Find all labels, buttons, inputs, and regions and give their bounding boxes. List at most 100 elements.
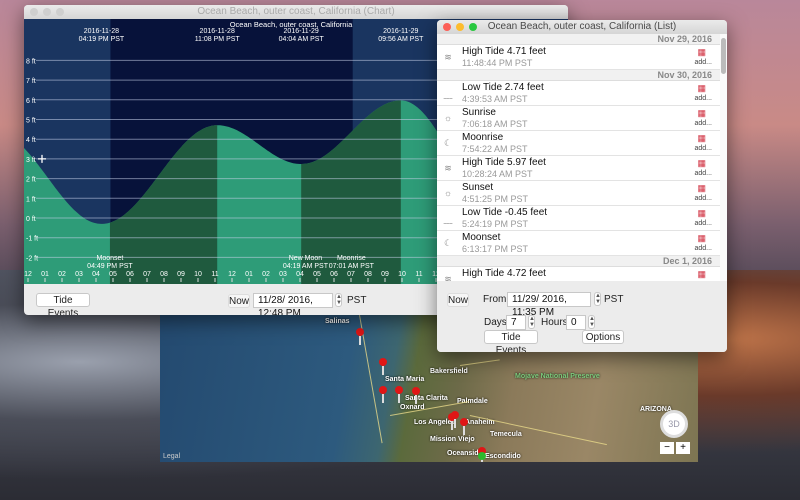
list-item[interactable]: ≋ High Tide 5.97 feet 10:28:24 AM PST ▦ … <box>437 156 720 181</box>
x-tick-label: 08 <box>364 271 372 278</box>
close-button[interactable] <box>30 8 38 16</box>
tide-events-button[interactable]: Tide Events <box>36 293 90 315</box>
event-label: 2016-11-28 <box>84 28 119 35</box>
calendar-icon[interactable]: ▦ <box>697 108 706 119</box>
chart-window-titlebar[interactable]: Ocean Beach, outer coast, California (Ch… <box>24 5 568 19</box>
add-to-calendar-link[interactable]: add... <box>694 170 712 177</box>
window-controls[interactable] <box>443 23 477 31</box>
zoom-button[interactable] <box>56 8 64 16</box>
y-tick-label: 2 ft <box>26 177 36 184</box>
add-to-calendar-link[interactable]: add... <box>694 59 712 66</box>
x-tick-label: 04 <box>296 271 304 278</box>
now-button[interactable]: Now <box>228 294 250 308</box>
tide-events-button[interactable]: Tide Events <box>484 330 538 352</box>
list-item[interactable]: ☼ Sunrise 7:06:18 AM PST ▦ add... <box>437 106 720 131</box>
x-tick-label: 01 <box>41 271 49 278</box>
close-button[interactable] <box>443 23 451 31</box>
tide-high-icon: ≋ <box>444 52 452 62</box>
compass-3d-button[interactable]: 3D <box>660 410 688 438</box>
list-item[interactable]: ☼ Sunset 4:51:25 PM PST ▦ add... <box>437 181 720 206</box>
calendar-icon[interactable]: ▦ <box>697 183 706 194</box>
minimize-button[interactable] <box>43 8 51 16</box>
calendar-icon[interactable]: ▦ <box>697 269 706 280</box>
calendar-icon[interactable]: ▦ <box>697 133 706 144</box>
event-time: 4:51:25 PM PST <box>462 194 529 204</box>
x-tick-label: 10 <box>398 271 406 278</box>
y-tick-label: 7 ft <box>26 78 36 85</box>
events-list[interactable]: Nov 29, 2016 ≋ High Tide 4.71 feet 11:48:… <box>437 34 720 281</box>
add-to-calendar-link[interactable]: add... <box>694 145 712 152</box>
station-pin[interactable] <box>451 411 459 428</box>
event-title: High Tide 4.72 feet <box>462 268 546 279</box>
from-field[interactable]: 11/29/ 2016, 11:35 PM <box>507 292 591 318</box>
station-pin[interactable] <box>379 358 387 375</box>
event-label: 2016-11-29 <box>383 28 418 35</box>
list-item[interactable]: ﹏ Low Tide -0.45 feet 5:24:19 PM PST ▦ a… <box>437 206 720 231</box>
hours-field[interactable]: 0 <box>566 315 586 330</box>
days-field[interactable]: 7 <box>506 315 526 330</box>
now-button[interactable]: Now <box>447 293 469 307</box>
date-header: Nov 29, 2016 <box>437 34 720 45</box>
x-tick-label: 09 <box>381 271 389 278</box>
list-window-titlebar[interactable]: Ocean Beach, outer coast, California (Li… <box>437 20 727 34</box>
add-to-calendar-link[interactable]: add... <box>694 220 712 227</box>
map-city-label: Temecula <box>490 431 522 438</box>
x-tick-label: 12 <box>228 271 236 278</box>
event-title: Low Tide 2.74 feet <box>462 82 544 93</box>
calendar-icon[interactable]: ▦ <box>697 208 706 219</box>
add-to-calendar-link[interactable]: add... <box>694 245 712 252</box>
date-header: Nov 30, 2016 <box>437 70 720 81</box>
list-window: Ocean Beach, outer coast, California (Li… <box>437 20 727 352</box>
x-tick-label: 11 <box>415 271 422 278</box>
minimize-button[interactable] <box>456 23 464 31</box>
event-time: 7:54:22 AM PST <box>462 144 528 154</box>
from-stepper[interactable]: ▲ ▼ <box>594 292 601 306</box>
x-tick-label: 05 <box>109 271 117 278</box>
list-item[interactable]: ﹏ Low Tide 2.74 feet 4:39:53 AM PST ▦ ad… <box>437 81 720 106</box>
zoom-button[interactable] <box>469 23 477 31</box>
station-pin[interactable] <box>412 387 420 404</box>
add-to-calendar-link[interactable]: add... <box>694 120 712 127</box>
astro-event-label: New Moon <box>289 255 323 262</box>
tide-high-icon: ≋ <box>444 163 452 173</box>
station-pin[interactable] <box>379 386 387 403</box>
add-to-calendar-link[interactable]: add... <box>694 195 712 202</box>
zoom-out-button[interactable]: − <box>660 442 674 454</box>
scrollbar-thumb[interactable] <box>721 38 726 74</box>
window-controls[interactable] <box>30 8 64 16</box>
calendar-icon[interactable]: ▦ <box>697 233 706 244</box>
list-item[interactable]: ≋ High Tide 4.72 feet ▦ add... <box>437 267 720 281</box>
datetime-field[interactable]: 11/28/ 2016, 12:48 PM <box>253 293 333 315</box>
datetime-stepper[interactable]: ▲ ▼ <box>335 293 342 307</box>
list-item[interactable]: ☾ Moonset 6:13:17 PM PST ▦ add... <box>437 231 720 256</box>
y-tick-label: 1 ft <box>26 196 36 203</box>
legal-link[interactable]: Legal <box>163 453 180 460</box>
x-tick-label: 01 <box>245 271 253 278</box>
station-pin[interactable] <box>395 386 403 403</box>
x-tick-label: 06 <box>126 271 134 278</box>
y-tick-label: 6 ft <box>26 98 36 105</box>
astro-event-label: Moonset <box>97 255 124 262</box>
x-tick-label: 04 <box>92 271 100 278</box>
event-time: 7:06:18 AM PST <box>462 119 528 129</box>
calendar-icon[interactable]: ▦ <box>697 47 706 58</box>
station-pin[interactable] <box>460 418 468 435</box>
days-stepper[interactable]: ▲ ▼ <box>528 315 535 329</box>
zoom-in-button[interactable]: + <box>676 442 690 454</box>
scrollbar[interactable] <box>720 34 727 281</box>
x-tick-label: 05 <box>313 271 321 278</box>
selected-station-pin[interactable] <box>478 452 486 462</box>
map-city-label: Santa Clarita <box>405 395 448 402</box>
station-pin[interactable] <box>356 328 364 345</box>
y-tick-label: -1 ft <box>26 236 38 243</box>
calendar-icon[interactable]: ▦ <box>697 83 706 94</box>
y-tick-label: 0 ft <box>26 216 36 223</box>
y-tick-label: 8 ft <box>26 58 36 65</box>
hours-stepper[interactable]: ▲ ▼ <box>588 315 595 329</box>
list-item[interactable]: ≋ High Tide 4.71 feet 11:48:44 PM PST ▦ … <box>437 45 720 70</box>
add-to-calendar-link[interactable]: add... <box>694 95 712 102</box>
list-item[interactable]: ☾ Moonrise 7:54:22 AM PST ▦ add... <box>437 131 720 156</box>
calendar-icon[interactable]: ▦ <box>697 158 706 169</box>
options-button[interactable]: Options <box>582 330 624 344</box>
map-city-label: Escondido <box>485 453 521 460</box>
